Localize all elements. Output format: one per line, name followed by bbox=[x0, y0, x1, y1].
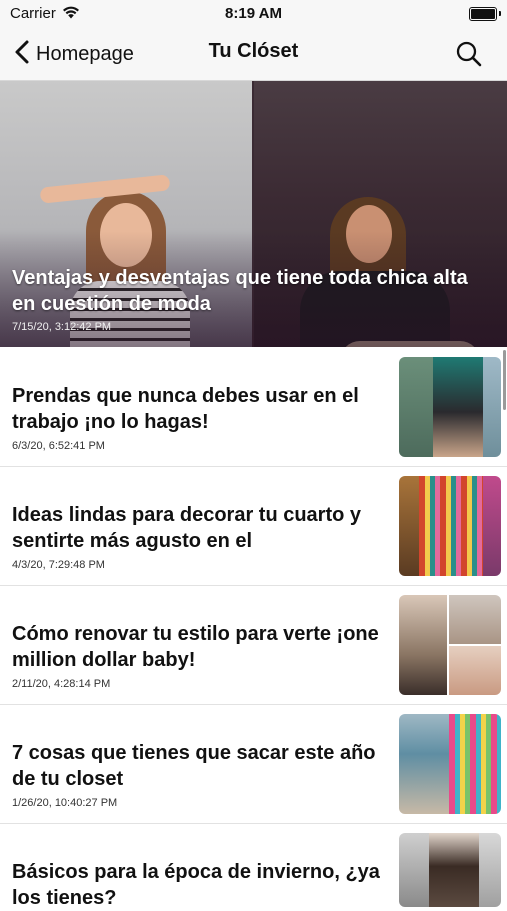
list-item[interactable]: 7 cosas que tienes que sacar este año de… bbox=[0, 704, 507, 824]
featured-article[interactable]: Ventajas y desventajas que tiene toda ch… bbox=[0, 81, 507, 347]
chevron-left-icon bbox=[12, 39, 34, 70]
article-thumbnail bbox=[399, 714, 501, 814]
search-button[interactable] bbox=[455, 40, 483, 68]
scroll-indicator[interactable] bbox=[503, 350, 506, 410]
article-date: 6/3/20, 6:52:41 PM bbox=[12, 440, 105, 452]
article-title: 7 cosas que tienes que sacar este año de… bbox=[12, 742, 376, 790]
article-thumbnail bbox=[399, 476, 501, 576]
article-thumbnail bbox=[399, 833, 501, 907]
back-button[interactable]: Homepage bbox=[12, 38, 134, 70]
article-thumbnail bbox=[399, 357, 501, 457]
article-date: 2/11/20, 4:28:14 PM bbox=[12, 678, 111, 690]
article-title: Prendas que nunca debes usar en el traba… bbox=[12, 385, 359, 433]
clock: 8:19 AM bbox=[225, 5, 282, 22]
list-item[interactable]: Cómo renovar tu estilo para verte ¡one m… bbox=[0, 585, 507, 705]
navigation-bar: Homepage Tu Clóset bbox=[0, 28, 507, 81]
article-date: 1/26/20, 10:40:27 PM bbox=[12, 797, 118, 809]
featured-date: 7/15/20, 3:12:42 PM bbox=[12, 321, 112, 333]
article-title: Cómo renovar tu estilo para verte ¡one m… bbox=[12, 623, 379, 671]
search-icon bbox=[455, 41, 483, 72]
list-item[interactable]: Ideas lindas para decorar tu cuarto y se… bbox=[0, 466, 507, 586]
article-title: Ideas lindas para decorar tu cuarto y se… bbox=[12, 504, 362, 552]
article-thumbnail bbox=[399, 595, 501, 695]
list-item[interactable]: Prendas que nunca debes usar en el traba… bbox=[0, 347, 507, 467]
list-item[interactable]: Básicos para la época de invierno, ¿ya l… bbox=[0, 823, 507, 909]
status-bar: Carrier 8:19 AM bbox=[0, 0, 507, 28]
article-date: 4/3/20, 7:29:48 PM bbox=[12, 559, 105, 571]
battery-icon bbox=[469, 7, 501, 21]
back-label: Homepage bbox=[36, 42, 134, 65]
featured-title: Ventajas y desventajas que tiene toda ch… bbox=[12, 267, 468, 315]
article-title: Básicos para la época de invierno, ¿ya l… bbox=[12, 861, 380, 909]
